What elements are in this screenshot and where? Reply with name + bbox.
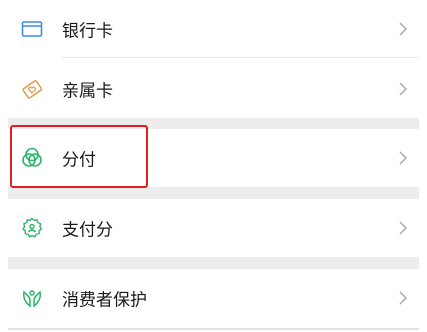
chevron-right-icon	[397, 288, 409, 308]
menu-item-family-card[interactable]: 亲属卡	[8, 60, 419, 118]
chevron-right-icon	[397, 218, 409, 238]
section-gap	[8, 257, 419, 269]
menu-item-label: 银行卡	[62, 21, 113, 42]
menu-item-label: 亲属卡	[62, 81, 113, 102]
divider	[62, 57, 419, 58]
menu-item-label: 消费者保护	[62, 290, 147, 311]
menu-item-label: 分付	[62, 150, 96, 171]
menu-item-label: 支付分	[62, 220, 113, 241]
bank-card-icon	[20, 17, 44, 41]
chevron-right-icon	[397, 148, 409, 168]
menu-item-payment-score[interactable]: 支付分	[8, 199, 419, 257]
bottom-divider	[8, 328, 419, 330]
menu-item-consumer-protection[interactable]: 消费者保护	[8, 269, 419, 327]
section-gap	[8, 118, 419, 129]
section-gap	[8, 187, 419, 199]
chevron-right-icon	[397, 19, 409, 39]
family-card-icon	[20, 77, 44, 101]
consumer-protection-icon	[20, 286, 44, 310]
fenfu-icon	[20, 146, 44, 170]
menu-item-bank-card[interactable]: 银行卡	[8, 0, 419, 58]
chevron-right-icon	[397, 79, 409, 99]
menu-item-fenfu[interactable]: 分付	[8, 129, 419, 187]
payment-score-icon	[20, 216, 44, 240]
